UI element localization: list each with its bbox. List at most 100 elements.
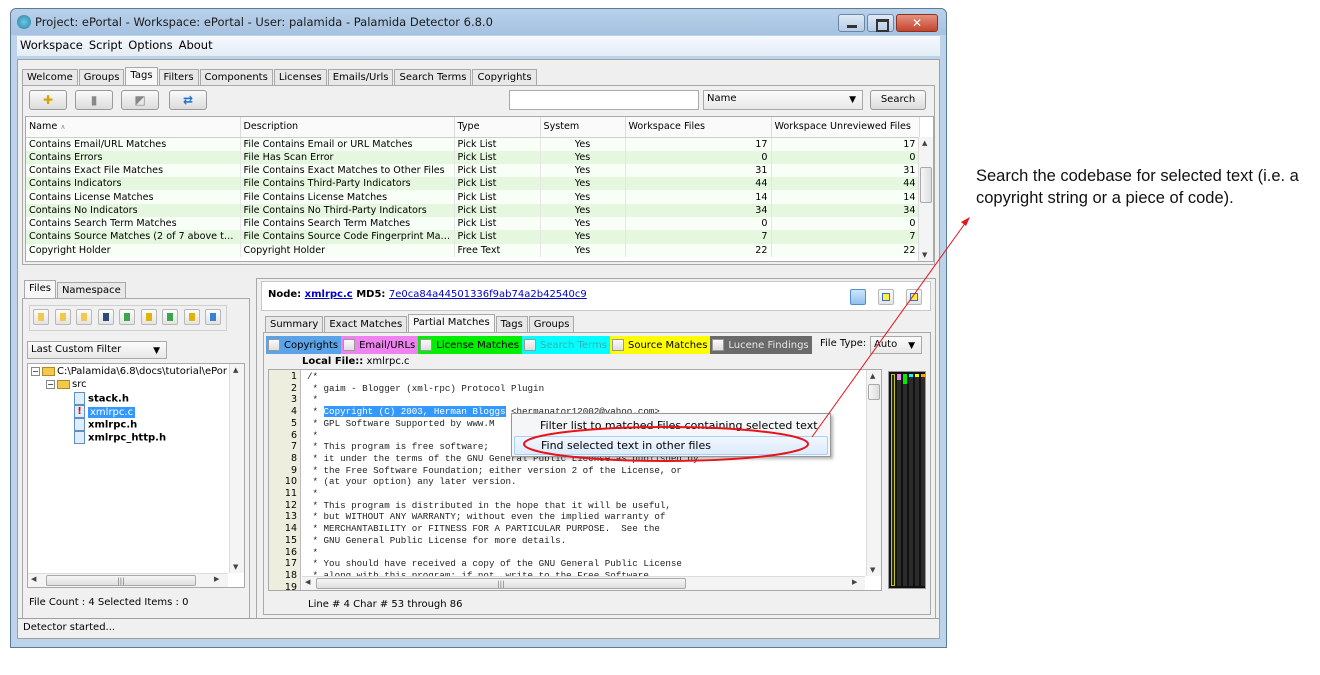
legend-item[interactable]: Email/URLs	[341, 336, 419, 354]
scroll-up-icon[interactable]: ▲	[922, 139, 927, 147]
tab-groups[interactable]: Groups	[78, 69, 125, 85]
menu-item-filter-matched-files[interactable]: Filter list to matched Files containing …	[514, 416, 828, 435]
column-header-type[interactable]: Type	[454, 117, 541, 138]
tree-root[interactable]: − C:\Palamida\6.8\docs\tutorial\ePor	[31, 366, 227, 377]
tab-licenses[interactable]: Licenses	[273, 69, 327, 85]
warning-icon[interactable]	[183, 309, 200, 325]
legend-item[interactable]: Source Matches	[610, 336, 711, 354]
tree-vertical-scrollbar[interactable]: ▲ ▼	[229, 364, 244, 573]
tab-welcome[interactable]: Welcome	[22, 69, 78, 85]
search-button[interactable]: Search	[870, 90, 926, 110]
warning-file-icon[interactable]	[140, 309, 157, 325]
md5-link[interactable]: 7e0ca84a44501336f9ab74a2b42540c9	[389, 289, 587, 300]
title-bar[interactable]: Project: ePortal - Workspace: ePortal - …	[11, 9, 946, 35]
table-row[interactable]: Copyright Holder Copyright Holder Free Tex…	[26, 243, 920, 257]
tree-view-icon[interactable]	[76, 309, 92, 325]
mark-reviewed-icon[interactable]	[119, 309, 135, 325]
collapse-icon[interactable]: −	[31, 366, 40, 376]
legend-item[interactable]: License Matches	[418, 336, 523, 354]
tree-file-item[interactable]: ! xmlrpc.c	[74, 405, 136, 418]
scroll-left-icon[interactable]: ◀	[305, 578, 310, 586]
search-input[interactable]	[509, 90, 699, 110]
table-row[interactable]: Contains Source Matches (2 of 7 above th…	[26, 230, 920, 244]
scrollbar-thumb[interactable]	[868, 384, 880, 400]
tab-filters[interactable]: Filters	[158, 69, 199, 85]
tree-file-item[interactable]: xmlrpc.h	[74, 418, 137, 431]
refresh-button[interactable]: ⇄	[169, 90, 207, 110]
search-field-select[interactable]: Name ▼	[703, 90, 863, 110]
menu-script[interactable]: Script	[86, 36, 125, 54]
tab-search-terms[interactable]: Search Terms	[394, 69, 472, 85]
scroll-up-icon[interactable]: ▲	[233, 366, 238, 374]
tab-partial-matches[interactable]: Partial Matches	[408, 314, 495, 332]
flat-view-icon[interactable]	[97, 309, 114, 325]
column-header-name[interactable]: Name ∧	[26, 117, 241, 138]
scrollbar-thumb[interactable]: |||	[316, 578, 686, 589]
column-header-workspace-files[interactable]: Workspace Files	[625, 117, 772, 138]
table-row[interactable]: Contains License Matches File Contains Li…	[26, 190, 920, 204]
tab-copyrights[interactable]: Copyrights	[472, 69, 537, 85]
legend-item[interactable]: Search Terms	[522, 336, 610, 354]
expand-all-icon[interactable]	[33, 309, 49, 325]
legend-checkbox[interactable]	[612, 339, 624, 351]
edit-tag-button[interactable]: ◩	[121, 90, 159, 110]
tab-files[interactable]: Files	[24, 280, 56, 298]
table-row[interactable]: Contains No Indicators File Contains No T…	[26, 203, 920, 217]
layout-split-icon[interactable]	[878, 289, 894, 305]
layout-compare-icon[interactable]	[906, 289, 922, 305]
code-horizontal-scrollbar[interactable]: ◀ ||| ▶	[302, 576, 865, 590]
table-row[interactable]: Contains Search Term Matches File Contain…	[26, 216, 920, 231]
tab-namespace[interactable]: Namespace	[56, 282, 126, 298]
scroll-down-icon[interactable]: ▼	[233, 563, 238, 571]
node-link[interactable]: xmlrpc.c	[305, 289, 353, 300]
legend-item[interactable]: Lucene Findings	[710, 336, 812, 354]
match-overview-map[interactable]	[888, 371, 926, 589]
column-header-description[interactable]: Description	[240, 117, 455, 138]
table-row[interactable]: Contains Email/URL Matches File Contains …	[26, 137, 920, 151]
maximize-button[interactable]	[867, 14, 894, 32]
tree-folder-src[interactable]: − src	[46, 379, 87, 390]
horizontal-splitter[interactable]	[22, 267, 935, 272]
close-button[interactable]: ✕	[896, 14, 938, 32]
legend-item[interactable]: Copyrights	[266, 336, 342, 354]
collapse-all-icon[interactable]	[54, 309, 71, 325]
menu-item-find-in-other-files[interactable]: Find selected text in other files	[514, 436, 828, 455]
legend-checkbox[interactable]	[420, 339, 433, 351]
tree-horizontal-scrollbar[interactable]: ◀ ||| ▶	[28, 573, 228, 587]
file-type-select[interactable]: Auto ▼	[870, 336, 922, 354]
column-header-workspace-unreviewed-files[interactable]: Workspace Unreviewed Files	[771, 117, 920, 138]
menu-workspace[interactable]: Workspace	[17, 36, 86, 54]
approve-icon[interactable]	[162, 309, 178, 325]
filter-select[interactable]: Last Custom Filter ▼	[27, 341, 167, 359]
code-viewer[interactable]: 1 /* 2 * gaim - Blogger (xml-rpc) Protocol…	[268, 369, 882, 591]
scroll-up-icon[interactable]: ▲	[870, 372, 875, 380]
scrollbar-thumb[interactable]	[920, 167, 932, 203]
table-row[interactable]: Contains Exact File Matches File Contains…	[26, 163, 920, 178]
table-row[interactable]: Contains Errors File Has Scan Error Pick L…	[26, 150, 920, 164]
scroll-right-icon[interactable]: ▶	[214, 575, 219, 583]
tree-file-item[interactable]: stack.h	[74, 392, 129, 405]
delete-tag-button[interactable]: ▮	[75, 90, 113, 110]
tags-table-scrollbar[interactable]: ▲ ▼	[918, 137, 933, 261]
legend-checkbox[interactable]	[268, 339, 280, 351]
scrollbar-thumb[interactable]: |||	[46, 575, 196, 586]
column-header-system[interactable]: System	[540, 117, 626, 138]
tab-detail-tags[interactable]: Tags	[495, 316, 528, 332]
scroll-right-icon[interactable]: ▶	[852, 578, 857, 586]
scroll-left-icon[interactable]: ◀	[31, 575, 36, 583]
menu-about[interactable]: About	[176, 36, 216, 54]
tab-components[interactable]: Components	[199, 69, 273, 85]
minimize-button[interactable]	[838, 14, 865, 32]
tab-detail-groups[interactable]: Groups	[528, 316, 575, 332]
tab-summary[interactable]: Summary	[265, 316, 324, 332]
add-tag-button[interactable]: ✚	[29, 90, 67, 110]
legend-checkbox[interactable]	[343, 339, 356, 351]
tab-emails-urls[interactable]: Emails/Urls	[327, 69, 394, 85]
tree-file-item[interactable]: xmlrpc_http.h	[74, 431, 166, 444]
menu-options[interactable]: Options	[125, 36, 175, 54]
table-row[interactable]: Contains Indicators File Contains Third-P…	[26, 177, 920, 191]
find-file-icon[interactable]	[205, 309, 221, 325]
layout-single-icon[interactable]	[850, 289, 866, 305]
tab-exact-matches[interactable]: Exact Matches	[324, 316, 408, 332]
scroll-down-icon[interactable]: ▼	[870, 566, 875, 574]
